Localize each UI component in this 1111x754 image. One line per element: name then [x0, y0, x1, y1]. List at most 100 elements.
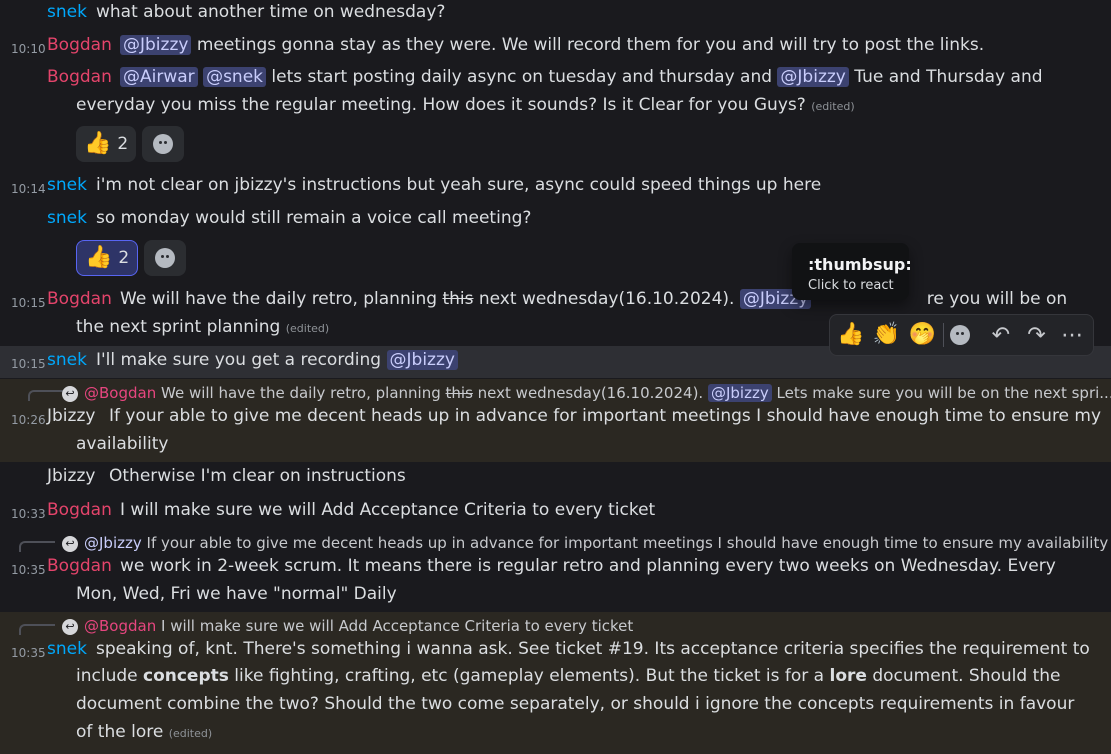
author-name[interactable]: Bogdan: [47, 67, 112, 87]
message-text: Tue and Thursday and: [854, 67, 1043, 87]
edited-label: (edited): [285, 322, 330, 335]
edited-label: (edited): [168, 727, 213, 740]
reply-mention[interactable]: @Bogdan: [84, 384, 156, 402]
message-text: availability: [76, 434, 169, 454]
reply-spine: [19, 624, 55, 635]
user-mention[interactable]: @snek: [203, 67, 266, 87]
reply-strike: this: [445, 384, 473, 402]
reaction-thumbsup[interactable]: 👍 2: [76, 126, 137, 162]
user-mention[interactable]: @Jbizzy: [777, 67, 849, 87]
message-text: like fighting, crafting, etc (gameplay e…: [234, 666, 825, 686]
reply-text: Lets make sure you will be on the next s…: [776, 384, 1111, 402]
reply-text: If your able to give me decent heads up …: [146, 534, 1109, 552]
reply-icon: ↶: [991, 322, 1011, 348]
reply-text: We will have the daily retro, planning: [161, 384, 441, 402]
reaction-count: 2: [117, 134, 129, 154]
smile-plus-icon: [153, 134, 174, 154]
message-row: snek so monday would still remain a voic…: [0, 208, 1111, 278]
edited-label: (edited): [811, 100, 855, 113]
message-text: the next sprint planning: [76, 317, 281, 337]
message-row: Jbizzy Otherwise I'm clear on instructio…: [0, 466, 1111, 492]
author-name[interactable]: snek: [47, 350, 87, 370]
message-text: Otherwise I'm clear on instructions: [109, 466, 406, 486]
timestamp[interactable]: 10:15: [11, 357, 46, 371]
message-text: we work in 2-week scrum. It means there …: [120, 556, 1056, 576]
reply-icon: ↩: [62, 385, 78, 402]
bold-text: concepts: [143, 666, 229, 686]
message-text: I'll make sure you get a recording: [96, 350, 382, 370]
message-text: lets start posting daily async on tuesda…: [271, 67, 773, 87]
reply-preview[interactable]: ↩ @Jbizzy If your able to give me decent …: [62, 534, 1108, 552]
add-reaction-button[interactable]: [142, 126, 185, 162]
timestamp[interactable]: 10:33: [11, 507, 46, 521]
giggle-icon: 🤭: [908, 322, 936, 347]
message-text: If your able to give me decent heads up …: [109, 406, 1102, 426]
author-name[interactable]: Bogdan: [47, 289, 112, 309]
message-text: what about another time on wednesday?: [96, 2, 446, 22]
more-icon: ⋯: [1061, 322, 1084, 348]
user-mention[interactable]: @Jbizzy: [386, 350, 458, 370]
tooltip-title: :thumbsup:: [808, 255, 912, 274]
add-reaction-button[interactable]: [144, 240, 187, 276]
author-name[interactable]: Bogdan: [47, 500, 112, 520]
reply-spine: [19, 541, 55, 552]
author-name[interactable]: Bogdan: [47, 35, 112, 55]
author-name[interactable]: snek: [47, 175, 87, 195]
message-text: I will make sure we will Add Acceptance …: [120, 500, 656, 520]
message-text: i'm not clear on jbizzy's instructions b…: [96, 175, 822, 195]
message-text: include: [76, 666, 138, 686]
timestamp[interactable]: 10:26: [11, 413, 46, 427]
message-row: 10:10 Bogdan @Jbizzy meetings gonna stay…: [0, 35, 1111, 61]
reply-button[interactable]: ↶: [986, 320, 1016, 350]
clap-icon: 👏: [872, 322, 901, 347]
user-mention[interactable]: @Airwar: [120, 67, 198, 87]
thumbsup-icon: 👍: [84, 131, 112, 156]
thumbsup-button[interactable]: 👍: [836, 320, 866, 350]
reply-mention[interactable]: @Jbizzy: [84, 534, 142, 552]
author-name[interactable]: Bogdan: [47, 556, 112, 576]
author-name[interactable]: snek: [47, 2, 87, 22]
clap-button[interactable]: 👏: [872, 320, 902, 350]
author-name[interactable]: snek: [47, 639, 87, 659]
reply-preview[interactable]: ↩ @Bogdan We will have the daily retro, p…: [62, 384, 1111, 402]
more-button[interactable]: ⋯: [1057, 320, 1087, 350]
timestamp[interactable]: 10:15: [11, 296, 46, 310]
message-text: speaking of, knt. There's something i wa…: [96, 639, 1090, 659]
tooltip-subtitle: Click to react: [808, 278, 894, 293]
giggle-button[interactable]: 🤭: [907, 320, 937, 350]
reaction-thumbsup[interactable]: 👍 2: [76, 240, 139, 276]
reply-icon: ↩: [62, 618, 78, 635]
message-row: ↩ @Bogdan We will have the daily retro, p…: [0, 382, 1111, 462]
message-text: meetings gonna stay as they were. We wil…: [196, 35, 985, 55]
message-row: snek what about another time on wednesda…: [0, 2, 1111, 28]
reply-preview[interactable]: ↩ @Bogdan I will make sure we will Add Ac…: [62, 617, 633, 635]
timestamp[interactable]: 10:35: [11, 563, 46, 577]
strikethrough-text: this: [442, 289, 474, 309]
user-mention[interactable]: @Jbizzy: [120, 35, 192, 55]
reply-text: I will make sure we will Add Acceptance …: [161, 617, 634, 635]
author-name[interactable]: Jbizzy: [47, 406, 95, 426]
message-text: next wednesday(16.10.2024).: [478, 289, 735, 309]
reply-mention[interactable]: @Bogdan: [84, 617, 156, 635]
message-row: 10:33 Bogdan I will make sure we will Ad…: [0, 500, 1111, 526]
message-text: everyday you miss the regular meeting. H…: [76, 95, 806, 115]
message-text: We will have the daily retro, planning: [120, 289, 438, 309]
timestamp[interactable]: 10:14: [11, 182, 46, 196]
reply-mention[interactable]: @Jbizzy: [707, 384, 772, 402]
forward-button[interactable]: ↷: [1022, 320, 1052, 350]
smile-plus-icon: [950, 325, 970, 345]
message-text: document combine the two? Should the two…: [76, 694, 1075, 714]
toolbar-separator: [943, 323, 944, 347]
author-name[interactable]: Jbizzy: [47, 466, 95, 486]
reaction-tooltip: :thumbsup: Click to react: [792, 243, 912, 300]
timestamp[interactable]: 10:10: [11, 42, 46, 56]
timestamp[interactable]: 10:35: [11, 646, 46, 660]
message-toolbar: 👍 👏 🤭 ↶ ↷ ⋯: [829, 314, 1094, 356]
reply-spine: [28, 390, 64, 401]
reaction-count: 2: [118, 248, 130, 268]
reply-text: next wednesday(16.10.2024).: [477, 384, 704, 402]
message-text: Mon, Wed, Fri we have "normal" Daily: [76, 584, 397, 604]
add-reaction-button[interactable]: [950, 320, 980, 350]
reply-icon: ↩: [62, 535, 78, 552]
author-name[interactable]: snek: [47, 208, 87, 228]
